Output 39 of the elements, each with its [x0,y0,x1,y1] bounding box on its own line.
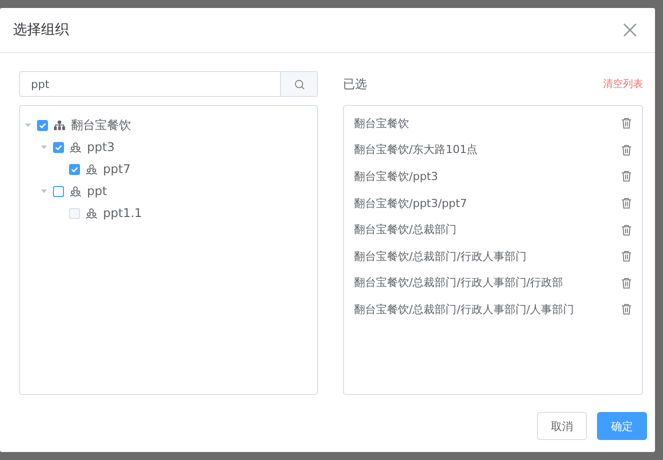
trash-icon[interactable] [621,276,632,289]
selected-item: 翻台宝餐饮/总裁部门/行政人事部门/行政部 [354,275,564,290]
close-icon[interactable] [623,23,637,37]
organization-icon [53,120,66,130]
checkbox[interactable] [53,142,64,152]
people-icon [85,164,98,174]
trash-icon[interactable] [621,197,632,210]
trash-icon[interactable] [621,250,632,262]
search-button[interactable] [280,71,318,97]
selected-item: 翻台宝餐饮 [354,116,409,131]
search-icon [294,78,304,90]
selected-item: 翻台宝餐饮/总裁部门/行政人事部门/人事部门 [354,302,574,317]
dialog-title: 选择组织 [13,21,69,39]
checkbox[interactable] [69,164,80,174]
trash-icon[interactable] [621,117,632,130]
tree-node-label[interactable]: ppt7 [103,162,131,176]
selected-item: 翻台宝餐饮/ppt3 [354,168,438,184]
cancel-button[interactable]: 取消 [537,412,587,440]
caret-icon[interactable] [40,143,48,151]
caret-icon[interactable] [40,187,48,195]
tree-node-label[interactable]: 翻台宝餐饮 [71,116,131,134]
trash-icon[interactable] [621,144,632,156]
selected-item: 翻台宝餐饮/ppt3/ppt7 [354,196,467,211]
selected-item: 翻台宝餐饮/东大路101点 [354,142,478,158]
people-icon [85,208,98,218]
tree-node-label[interactable]: ppt3 [87,140,115,154]
tree-node-label[interactable]: ppt [87,184,107,198]
panel-title: 已选 [343,76,367,92]
search-field[interactable]: ppt [19,71,280,97]
checkbox[interactable] [53,186,64,196]
caret-icon[interactable] [24,121,32,129]
checkbox[interactable] [37,120,48,130]
people-icon [69,186,82,196]
selected-item: 翻台宝餐饮/总裁部门 [354,222,457,238]
trash-icon[interactable] [621,303,632,316]
people-icon [69,142,82,152]
trash-icon[interactable] [621,170,632,182]
trash-icon[interactable] [621,224,632,236]
selected-item: 翻台宝餐饮/总裁部门/行政人事部门 [354,248,526,264]
